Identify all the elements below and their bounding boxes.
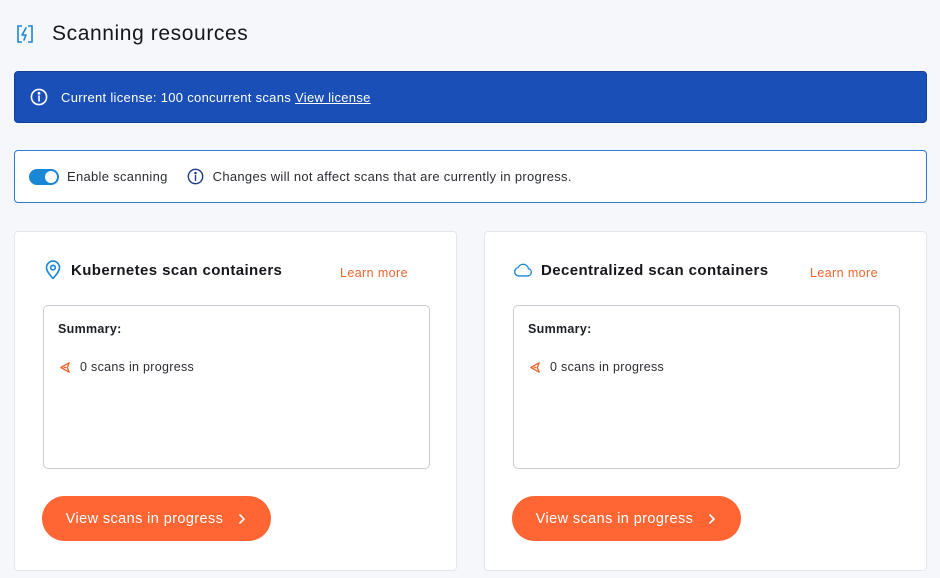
scans-in-progress-row: 0 scans in progress: [58, 360, 194, 374]
summary-label: Summary:: [58, 322, 122, 336]
chevron-right-icon: [707, 513, 717, 524]
scan-progress-icon: [528, 360, 542, 374]
scans-in-progress-count: 0 scans in progress: [550, 360, 665, 374]
lightning-bolt-icon: [14, 23, 36, 45]
card-title: Decentralized scan containers: [541, 261, 769, 279]
kubernetes-card: Kubernetes scan containers Learn more Su…: [14, 231, 457, 571]
enable-scanning-bar: Enable scanning Changes will not affect …: [14, 150, 927, 203]
view-license-link[interactable]: View license: [295, 90, 371, 105]
scans-in-progress-row: 0 scans in progress: [528, 360, 664, 374]
summary-box: Summary: 0 scans in progress: [513, 305, 900, 469]
chevron-right-icon: [237, 513, 247, 524]
card-title: Kubernetes scan containers: [71, 261, 283, 279]
summary-label: Summary:: [528, 322, 592, 336]
toggle-knob: [45, 170, 57, 183]
page-title: Scanning resources: [52, 22, 249, 45]
page: Scanning resources Current license: 100 …: [0, 0, 940, 578]
enable-scanning-toggle[interactable]: [29, 168, 59, 185]
card-header: Kubernetes scan containers: [43, 260, 282, 280]
decentralized-card: Decentralized scan containers Learn more…: [484, 231, 927, 571]
learn-more-link[interactable]: Learn more: [810, 266, 878, 280]
summary-box: Summary: 0 scans in progress: [43, 305, 430, 469]
license-text: Current license: 100 concurrent scans: [61, 89, 292, 105]
page-header: Scanning resources: [14, 22, 248, 46]
view-scans-in-progress-button[interactable]: View scans in progress: [42, 496, 271, 541]
view-scans-in-progress-button[interactable]: View scans in progress: [512, 496, 741, 541]
enable-scanning-label: Enable scanning: [67, 169, 168, 184]
location-pin-icon: [43, 260, 63, 280]
info-icon: [29, 87, 49, 107]
scan-progress-icon: [58, 360, 72, 374]
learn-more-link[interactable]: Learn more: [340, 266, 408, 280]
cloud-icon: [513, 260, 533, 280]
card-header: Decentralized scan containers: [513, 260, 769, 280]
license-banner: Current license: 100 concurrent scans Vi…: [14, 71, 927, 123]
info-icon: [187, 168, 205, 186]
scanning-note: Changes will not affect scans that are c…: [212, 169, 572, 184]
button-label: View scans in progress: [65, 510, 224, 527]
scans-in-progress-count: 0 scans in progress: [80, 360, 195, 374]
button-label: View scans in progress: [535, 510, 694, 527]
